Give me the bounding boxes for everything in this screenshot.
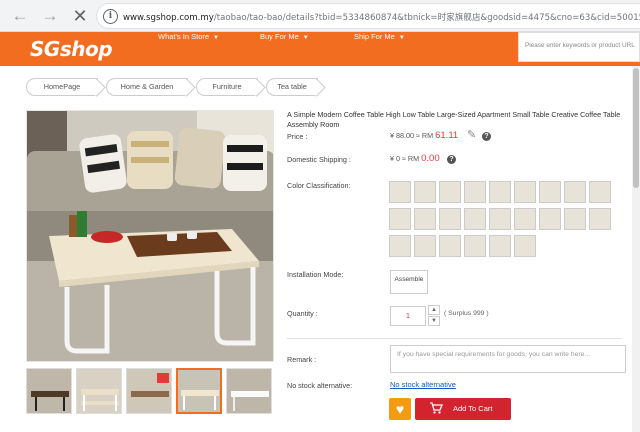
- color-swatch[interactable]: [464, 208, 486, 230]
- breadcrumb-tea-table[interactable]: Tea table: [266, 78, 318, 96]
- caret-down-icon: ▼: [213, 35, 219, 41]
- address-bar[interactable]: i www.sgshop.com.my/taobao/tao-bao/detai…: [96, 3, 640, 29]
- shipping-label: Domestic Shipping :: [287, 155, 351, 164]
- color-swatch[interactable]: [489, 208, 511, 230]
- color-swatch[interactable]: [564, 208, 586, 230]
- color-swatch[interactable]: [564, 181, 586, 203]
- quantity-label: Quantity :: [287, 309, 318, 318]
- thumbnail-image: [127, 369, 171, 413]
- price-value: ¥ 88.00 ≈ RM 61.11: [390, 130, 459, 141]
- back-arrow-icon[interactable]: ←: [10, 6, 30, 26]
- scrollbar-thumb[interactable]: [633, 68, 639, 188]
- browser-toolbar: ← → ✕ i www.sgshop.com.my/taobao/tao-bao…: [0, 0, 640, 32]
- coffee-table-photo: [27, 111, 273, 361]
- thumbnail-4[interactable]: [176, 368, 222, 414]
- scrollbar[interactable]: [632, 66, 640, 432]
- color-swatch[interactable]: [464, 181, 486, 203]
- divider: [287, 338, 622, 339]
- installation-label: Installation Mode:: [287, 270, 344, 279]
- price-label: Price :: [287, 132, 308, 141]
- shipping-rm: 0.00: [421, 153, 440, 164]
- info-icon[interactable]: i: [103, 9, 118, 24]
- color-swatch[interactable]: [439, 208, 461, 230]
- surplus-text: ( Surplus 999 ): [444, 310, 489, 317]
- pencil-icon[interactable]: ✎: [467, 129, 479, 141]
- breadcrumb-home[interactable]: HomePage: [26, 78, 98, 96]
- heart-icon: ♥: [395, 401, 405, 417]
- sgshop-logo[interactable]: SGshop: [30, 34, 113, 64]
- caret-down-icon: ▼: [302, 35, 309, 41]
- assemble-option[interactable]: Assemble: [390, 270, 428, 294]
- thumbnail-image: [77, 369, 121, 413]
- color-swatch[interactable]: [414, 235, 436, 257]
- main-product-image[interactable]: [26, 110, 274, 362]
- shipping-value: ¥ 0 ≈ RM 0.00: [390, 153, 440, 164]
- breadcrumb-home-garden[interactable]: Home & Garden: [106, 78, 188, 96]
- color-swatch[interactable]: [389, 235, 411, 257]
- thumbnail-2[interactable]: [76, 368, 122, 414]
- color-swatch[interactable]: [464, 235, 486, 257]
- thumbnail-5[interactable]: [226, 368, 272, 414]
- color-swatch[interactable]: [389, 208, 411, 230]
- color-swatch[interactable]: [489, 235, 511, 257]
- color-swatch[interactable]: [414, 208, 436, 230]
- product-title: A Simple Modern Coffee Table High Low Ta…: [287, 110, 621, 129]
- cart-icon: [430, 402, 443, 414]
- color-swatch[interactable]: [514, 181, 536, 203]
- favorite-button[interactable]: ♥: [389, 398, 411, 420]
- color-swatch[interactable]: [489, 181, 511, 203]
- color-swatch[interactable]: [439, 181, 461, 203]
- help-icon[interactable]: ?: [447, 155, 456, 164]
- color-swatch[interactable]: [589, 208, 611, 230]
- menu-buy-for-me[interactable]: Buy For Me ▼: [260, 32, 309, 43]
- forward-arrow-icon[interactable]: →: [40, 6, 60, 26]
- thumbnail-image: [27, 369, 71, 413]
- stop-loading-icon[interactable]: ✕: [70, 6, 90, 26]
- remark-label: Remark :: [287, 355, 317, 364]
- url-text[interactable]: www.sgshop.com.my/taobao/tao-bao/details…: [123, 11, 640, 23]
- thumbnail-3[interactable]: [126, 368, 172, 414]
- color-swatch[interactable]: [389, 181, 411, 203]
- quantity-input[interactable]: 1: [390, 306, 426, 326]
- menu-whats-in-store[interactable]: What's In Store ▼: [158, 32, 219, 43]
- help-icon[interactable]: ?: [482, 132, 491, 141]
- color-swatch[interactable]: [414, 181, 436, 203]
- add-to-cart-button[interactable]: Add To Cart: [415, 398, 511, 420]
- color-label: Color Classification:: [287, 181, 351, 190]
- thumbnail-image: [227, 369, 271, 413]
- color-swatch[interactable]: [539, 181, 561, 203]
- color-swatch[interactable]: [539, 208, 561, 230]
- breadcrumb-furniture[interactable]: Furniture: [196, 78, 258, 96]
- color-swatch[interactable]: [439, 235, 461, 257]
- thumbnail-image: [178, 370, 220, 412]
- color-swatch[interactable]: [514, 208, 536, 230]
- remark-input[interactable]: If you have special requirements for goo…: [390, 345, 626, 373]
- no-stock-link[interactable]: No stock alternative: [390, 380, 456, 389]
- caret-down-icon: ▼: [398, 35, 405, 41]
- increment-icon[interactable]: ▲: [428, 305, 440, 315]
- add-to-cart-label: Add To Cart: [453, 404, 493, 413]
- decrement-icon[interactable]: ▼: [428, 316, 440, 326]
- thumbnail-strip: [26, 368, 274, 418]
- color-swatch[interactable]: [589, 181, 611, 203]
- price-rm: 61.11: [435, 130, 459, 141]
- menu-ship-for-me[interactable]: Ship For Me ▼: [354, 32, 405, 43]
- thumbnail-1[interactable]: [26, 368, 72, 414]
- search-input[interactable]: Please enter keywords or product URL: [518, 32, 640, 62]
- no-stock-label: No stock alternative:: [287, 381, 353, 390]
- color-swatch[interactable]: [514, 235, 536, 257]
